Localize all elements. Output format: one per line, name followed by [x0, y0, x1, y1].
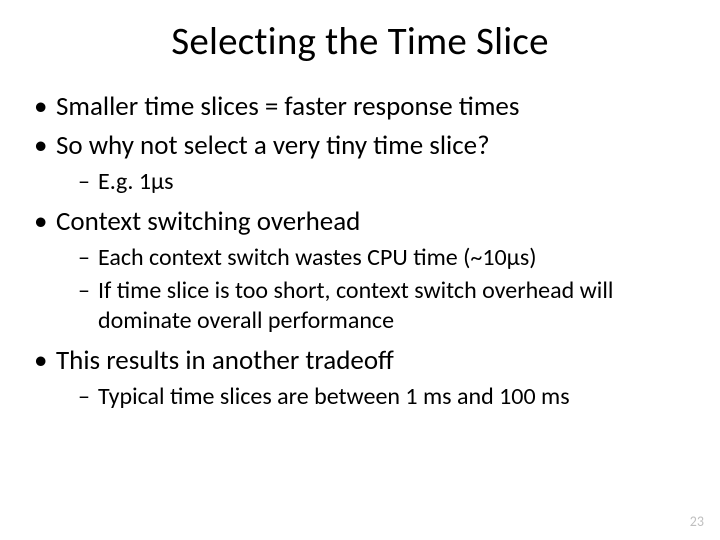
bullet-text: Smaller time slices = faster response ti… [56, 90, 519, 123]
sub-bullet-item: Each context switch wastes CPU time (~10… [78, 243, 686, 272]
bullet-item: Context switching overhead Each context … [34, 206, 686, 335]
sub-bullet-item: E.g. 1μs [78, 167, 686, 196]
bullet-item: So why not select a very tiny time slice… [34, 130, 686, 196]
sub-bullet-text: Each context switch wastes CPU time (~10… [98, 243, 537, 272]
sub-bullet-text: If time slice is too short, context swit… [98, 276, 613, 334]
sub-bullet-item: If time slice is too short, context swit… [78, 276, 686, 335]
bullet-text: So why not select a very tiny time slice… [56, 129, 490, 162]
bullet-text: Context switching overhead [56, 205, 360, 238]
slide-title: Selecting the Time Slice [34, 18, 686, 65]
page-number: 23 [690, 513, 704, 530]
slide: Selecting the Time Slice Smaller time sl… [0, 0, 720, 540]
sub-bullet-text: E.g. 1μs [98, 167, 174, 196]
bullet-item: Smaller time slices = faster response ti… [34, 91, 686, 124]
sub-bullet-list: Typical time slices are between 1 ms and… [56, 382, 686, 411]
bullet-text: This results in another tradeoff [56, 344, 394, 377]
sub-bullet-text: Typical time slices are between 1 ms and… [98, 382, 570, 411]
bullet-list: Smaller time slices = faster response ti… [34, 91, 686, 411]
sub-bullet-list: Each context switch wastes CPU time (~10… [56, 243, 686, 335]
bullet-item: This results in another tradeoff Typical… [34, 345, 686, 411]
sub-bullet-list: E.g. 1μs [56, 167, 686, 196]
sub-bullet-item: Typical time slices are between 1 ms and… [78, 382, 686, 411]
